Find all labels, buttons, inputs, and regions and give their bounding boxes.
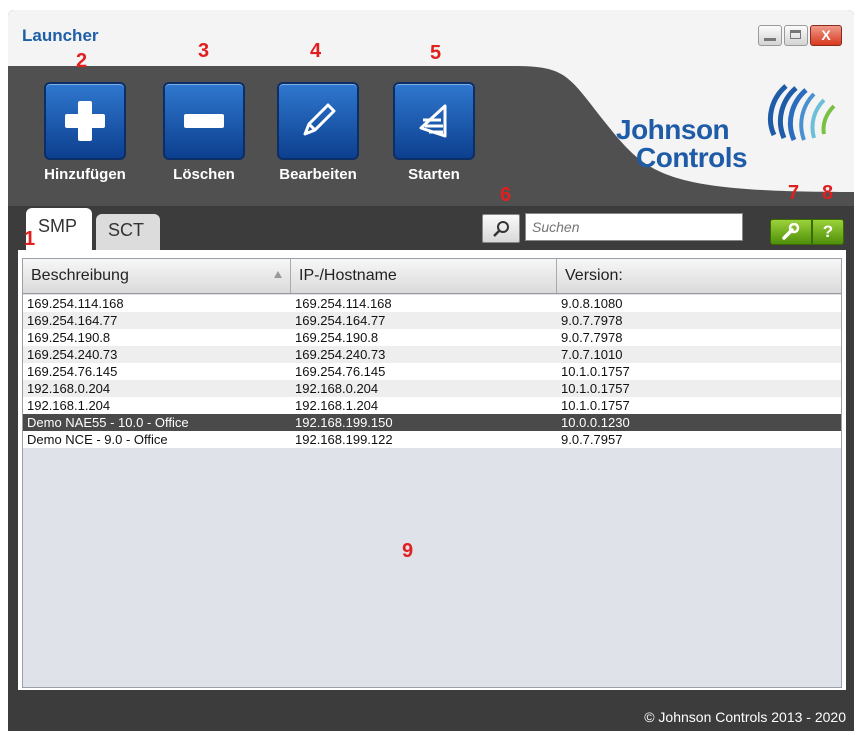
cell-description: 169.254.114.168	[27, 296, 124, 311]
johnson-controls-logo: Johnson Controls	[616, 76, 854, 196]
annotation-3: 3	[198, 40, 210, 62]
annotation-5: 5	[430, 42, 442, 64]
cell-description: Demo NCE - 9.0 - Office	[27, 432, 168, 447]
annotation-7: 7	[788, 182, 800, 204]
annotation-1: 1	[24, 228, 36, 250]
annotation-8: 8	[822, 182, 834, 204]
maximize-button[interactable]	[784, 25, 808, 46]
maximize-icon	[790, 30, 801, 39]
cell-description: Demo NAE55 - 10.0 - Office	[27, 415, 189, 430]
column-header-version[interactable]: Version:	[557, 259, 841, 293]
logo-line-1: Johnson	[616, 114, 730, 145]
table-row[interactable]: 169.254.190.8 169.254.190.8 9.0.7.7978	[23, 329, 841, 346]
cell-hostname: 192.168.199.150	[295, 415, 393, 430]
cell-description: 169.254.240.73	[27, 347, 118, 362]
start-button[interactable]: Starten	[379, 82, 489, 183]
window-controls: X	[758, 25, 842, 46]
cell-version: 10.1.0.1757	[561, 398, 630, 413]
footer: © Johnson Controls 2013 - 2020	[8, 703, 854, 731]
cell-description: 192.168.1.204	[27, 398, 111, 413]
table-row[interactable]: 169.254.114.168 169.254.114.168 9.0.8.1080	[23, 295, 841, 312]
annotation-4: 4	[310, 40, 322, 62]
cell-version: 7.0.7.1010	[561, 347, 623, 362]
annotation-6: 6	[500, 184, 512, 206]
table-body: 169.254.114.168 169.254.114.168 9.0.8.1080…	[23, 295, 841, 448]
search-icon	[493, 220, 509, 237]
search-button[interactable]	[482, 214, 520, 243]
cell-version: 9.0.7.7978	[561, 330, 623, 345]
table-row[interactable]: 192.168.1.204 192.168.1.204 10.1.0.1757	[23, 397, 841, 414]
table-row[interactable]: 192.168.0.204 192.168.0.204 10.1.0.1757	[23, 380, 841, 397]
cell-description: 192.168.0.204	[27, 381, 111, 396]
cell-hostname: 169.254.114.168	[295, 296, 392, 311]
logo-mark-icon	[768, 84, 836, 142]
window-title: Launcher	[22, 26, 99, 45]
cell-version: 10.1.0.1757	[561, 364, 630, 379]
cell-hostname: 192.168.1.204	[295, 398, 379, 413]
edit-button[interactable]: Bearbeiten	[263, 82, 373, 183]
delete-button[interactable]: Löschen	[149, 82, 259, 183]
annotation-2: 2	[76, 50, 88, 72]
start-icon	[419, 104, 447, 138]
tab-smp[interactable]: SMP	[26, 208, 92, 250]
pencil-icon	[303, 103, 336, 136]
cell-description: 169.254.76.145	[27, 364, 118, 379]
wrench-icon	[782, 223, 800, 240]
table-row[interactable]: 169.254.76.145 169.254.76.145 10.1.0.1757	[23, 363, 841, 380]
search-input[interactable]	[525, 213, 743, 241]
cell-hostname: 169.254.76.145	[295, 364, 386, 379]
column-header-hostname[interactable]: IP-/Hostname	[291, 259, 557, 293]
sort-ascending-icon	[274, 271, 282, 278]
table-header: Beschreibung IP-/Hostname Version:	[23, 259, 841, 294]
cell-version: 9.0.7.7978	[561, 313, 623, 328]
cell-version: 9.0.8.1080	[561, 296, 623, 311]
annotation-9: 9	[402, 540, 414, 562]
help-button[interactable]: ?	[812, 219, 844, 245]
table-row[interactable]: 169.254.240.73 169.254.240.73 7.0.7.1010	[23, 346, 841, 363]
cell-version: 10.0.0.1230	[561, 415, 630, 430]
cell-version: 10.1.0.1757	[561, 381, 630, 396]
cell-hostname: 169.254.240.73	[295, 347, 386, 362]
table-row[interactable]: Demo NAE55 - 10.0 - Office 192.168.199.15…	[23, 414, 841, 431]
add-button[interactable]: Hinzufügen	[30, 82, 140, 183]
start-label: Starten	[408, 166, 460, 183]
logo-line-2: Controls	[636, 142, 748, 173]
minus-icon	[184, 114, 224, 128]
cell-hostname: 169.254.190.8	[295, 330, 379, 345]
plus-icon	[65, 101, 105, 141]
table-row[interactable]: 169.254.164.77 169.254.164.77 9.0.7.7978	[23, 312, 841, 329]
cell-hostname: 192.168.0.204	[295, 381, 379, 396]
tab-sct[interactable]: SCT	[96, 214, 160, 250]
table-row[interactable]: Demo NCE - 9.0 - Office 192.168.199.122 9.…	[23, 431, 841, 448]
settings-button[interactable]	[770, 219, 812, 245]
minimize-button[interactable]	[758, 25, 782, 46]
edit-label: Bearbeiten	[279, 166, 357, 183]
device-table: Beschreibung IP-/Hostname Version: 169.2…	[22, 258, 842, 688]
column-header-description[interactable]: Beschreibung	[23, 259, 291, 293]
cell-description: 169.254.190.8	[27, 330, 111, 345]
launcher-window: Launcher X Johnson Controls Hinzufügen L…	[8, 10, 854, 731]
cell-hostname: 192.168.199.122	[295, 432, 393, 447]
close-button[interactable]: X	[810, 25, 842, 46]
cell-version: 9.0.7.7957	[561, 432, 623, 447]
cell-description: 169.254.164.77	[27, 313, 118, 328]
copyright-text: © Johnson Controls 2013 - 2020	[644, 709, 846, 725]
cell-hostname: 169.254.164.77	[295, 313, 386, 328]
add-label: Hinzufügen	[44, 166, 126, 183]
minimize-icon	[764, 38, 776, 41]
delete-label: Löschen	[173, 166, 235, 183]
